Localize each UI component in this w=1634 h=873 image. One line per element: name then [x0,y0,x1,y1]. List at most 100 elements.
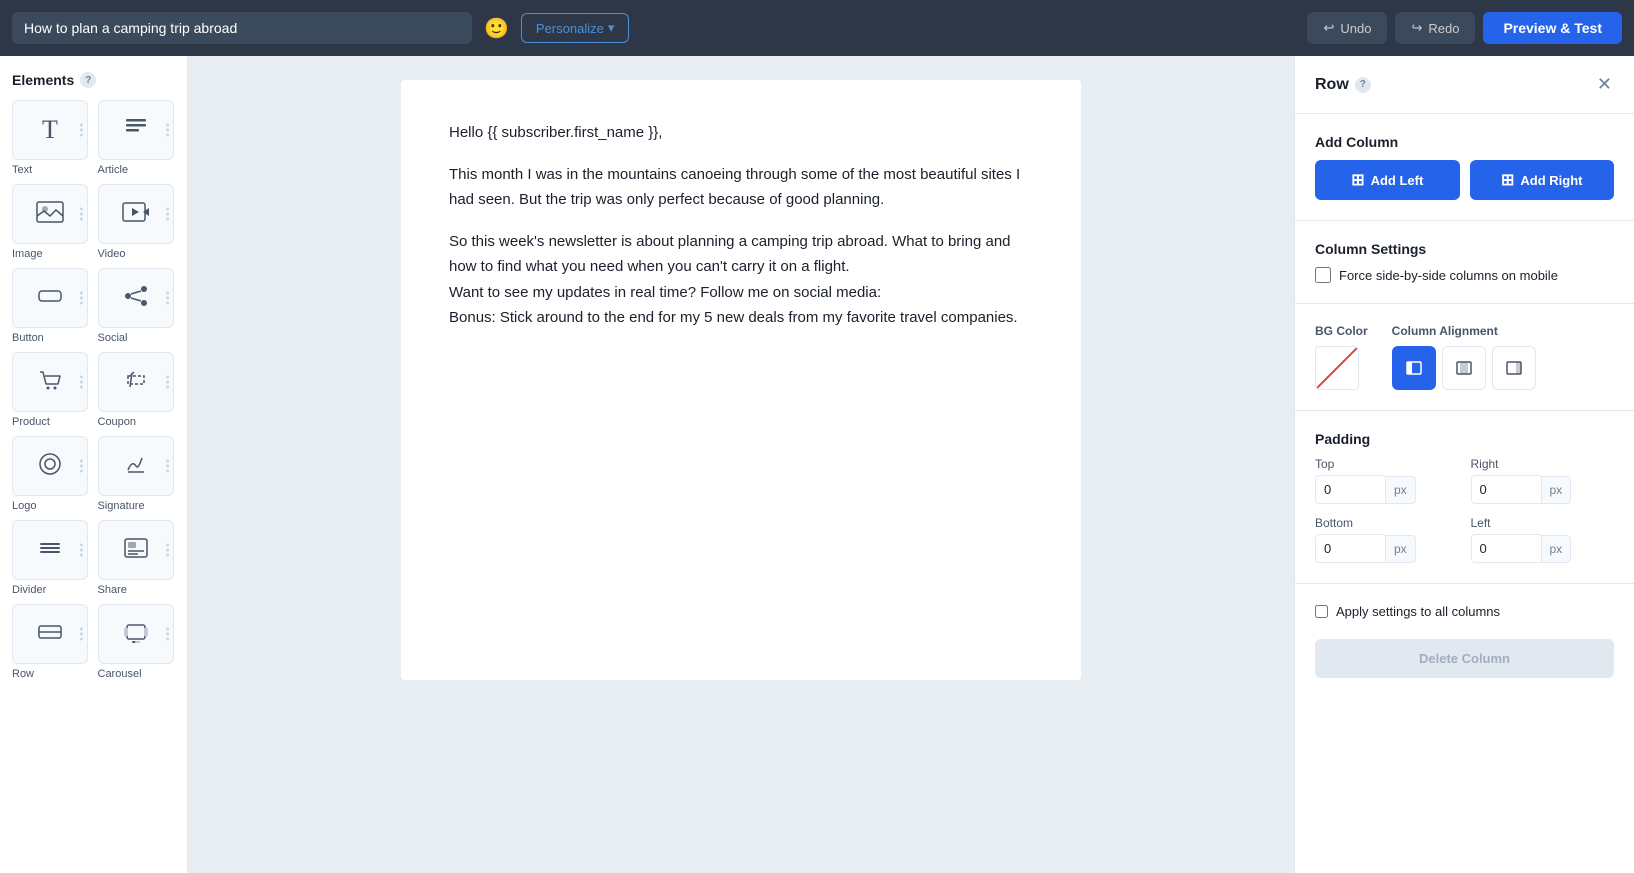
element-card-coupon[interactable] [98,352,174,412]
force-mobile-label[interactable]: Force side-by-side columns on mobile [1339,268,1558,283]
topbar: 🙂 Personalize ▾ ↩ Undo ↪ Redo Preview & … [0,0,1634,56]
drag-handle [80,544,83,557]
padding-right-label: Right [1471,457,1615,471]
column-alignment-section: Column Alignment [1392,324,1536,390]
add-right-button[interactable]: ⊞ Add Right [1470,160,1615,200]
personalize-button[interactable]: Personalize ▾ [521,13,629,43]
email-body: Hello {{ subscriber.first_name }}, This … [401,80,1081,680]
coupon-icon [122,366,150,399]
bg-color-swatch[interactable] [1315,346,1359,390]
button-icon [35,284,65,313]
text-element-icon: T [42,115,58,145]
email-paragraph-2: This month I was in the mountains canoei… [449,162,1033,213]
logo-icon [36,450,64,483]
align-center-button[interactable] [1442,346,1486,390]
drag-handle [166,544,169,557]
element-card-text[interactable]: T [12,100,88,160]
force-mobile-row: Force side-by-side columns on mobile [1315,267,1614,283]
apply-settings-label[interactable]: Apply settings to all columns [1336,604,1500,619]
align-right-button[interactable] [1492,346,1536,390]
padding-bottom-input[interactable] [1315,534,1385,563]
padding-left-field: Left px [1471,516,1615,563]
panel-help-icon[interactable]: ? [1355,77,1371,93]
element-card-product[interactable] [12,352,88,412]
element-label-article: Article [98,164,176,176]
carousel-icon [122,618,150,651]
element-group-carousel: Carousel [98,604,176,680]
preview-test-button[interactable]: Preview & Test [1483,12,1622,44]
element-card-signature[interactable] [98,436,174,496]
divider-icon [36,534,64,567]
element-card-image[interactable] [12,184,88,244]
add-left-icon: ⊞ [1351,170,1364,190]
padding-section: Padding Top px Right px [1315,431,1614,563]
element-card-social[interactable] [98,268,174,328]
element-label-share: Share [98,584,176,596]
element-label-row: Row [12,668,90,680]
element-card-button[interactable] [12,268,88,328]
add-right-icon: ⊞ [1501,170,1514,190]
undo-icon: ↩ [1323,20,1334,36]
element-group-video: Video [98,184,176,260]
email-paragraph-1: Hello {{ subscriber.first_name }}, [449,120,1033,146]
delete-column-button[interactable]: Delete Column [1315,639,1614,678]
element-label-carousel: Carousel [98,668,176,680]
padding-grid: Top px Right px Bottom [1315,457,1614,563]
padding-left-unit: px [1541,535,1572,563]
apply-settings-checkbox[interactable] [1315,605,1328,618]
element-label-text: Text [12,164,90,176]
padding-left-label: Left [1471,516,1615,530]
element-group-article: Article [98,100,176,176]
element-card-divider[interactable] [12,520,88,580]
padding-bottom-input-row: px [1315,534,1459,563]
padding-top-unit: px [1385,476,1416,504]
panel-close-button[interactable]: ✕ [1595,72,1614,97]
chevron-down-icon: ▾ [608,20,615,36]
element-card-row[interactable] [12,604,88,664]
element-group-social: Social [98,268,176,344]
element-label-image: Image [12,248,90,260]
padding-right-input[interactable] [1471,475,1541,504]
panel-header: Row ? ✕ [1295,56,1634,114]
element-label-product: Product [12,416,90,428]
emoji-button[interactable]: 🙂 [480,12,513,45]
redo-button[interactable]: ↪ Redo [1395,12,1475,44]
element-group-divider: Divider [12,520,90,596]
add-column-section: Add Column ⊞ Add Left ⊞ Add Right [1315,134,1614,200]
padding-top-field: Top px [1315,457,1459,504]
padding-top-input[interactable] [1315,475,1385,504]
element-group-signature: Signature [98,436,176,512]
column-settings-section: Column Settings Force side-by-side colum… [1315,241,1614,283]
element-label-coupon: Coupon [98,416,176,428]
subject-input[interactable] [12,12,472,44]
padding-left-input[interactable] [1471,534,1541,563]
undo-button[interactable]: ↩ Undo [1307,12,1387,44]
element-card-logo[interactable] [12,436,88,496]
alignment-buttons [1392,346,1536,390]
section-divider-3 [1295,410,1634,411]
padding-right-unit: px [1541,476,1572,504]
padding-right-input-row: px [1471,475,1615,504]
element-card-article[interactable] [98,100,174,160]
drag-handle [166,124,169,137]
padding-bottom-unit: px [1385,535,1416,563]
element-card-share[interactable] [98,520,174,580]
force-mobile-checkbox[interactable] [1315,267,1331,283]
email-content: Hello {{ subscriber.first_name }}, This … [449,120,1033,331]
email-paragraph-3: So this week's newsletter is about plann… [449,229,1033,331]
element-card-video[interactable] [98,184,174,244]
social-icon [122,282,150,315]
padding-bottom-label: Bottom [1315,516,1459,530]
video-icon [121,198,151,231]
drag-handle [80,208,83,221]
padding-left-input-row: px [1471,534,1615,563]
padding-right-field: Right px [1471,457,1615,504]
element-group-row: Row [12,604,90,680]
panel-body: Add Column ⊞ Add Left ⊞ Add Right Column… [1295,114,1634,698]
align-left-button[interactable] [1392,346,1436,390]
help-icon[interactable]: ? [80,72,96,88]
element-card-carousel[interactable] [98,604,174,664]
section-divider [1295,220,1634,221]
main-layout: Elements ? T Text Article [0,56,1634,873]
add-left-button[interactable]: ⊞ Add Left [1315,160,1460,200]
